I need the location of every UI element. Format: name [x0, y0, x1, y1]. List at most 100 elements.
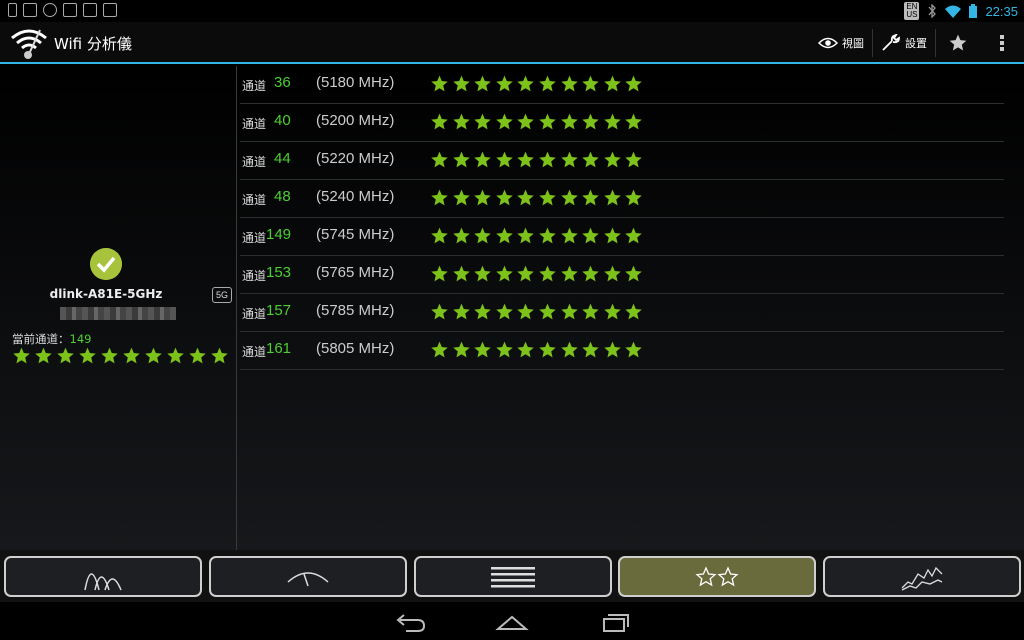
rating-star-icon	[431, 151, 448, 168]
channel-frequency: (5180 MHz)	[316, 74, 395, 91]
tab-channel-graph[interactable]	[4, 556, 202, 597]
star-icon	[949, 34, 967, 51]
rating-star-icon	[431, 341, 448, 358]
status-bar: EN US 22:35	[0, 0, 1024, 22]
rating-star-icon	[431, 113, 448, 130]
channel-row: 通道 161 (5805 MHz)	[240, 332, 1004, 370]
channel-number: 44	[274, 150, 291, 167]
rating-star-icon	[560, 341, 578, 358]
panel-divider	[236, 66, 237, 550]
rating-star-icon	[431, 265, 448, 282]
rating-star-icon	[560, 189, 578, 206]
bag-icon	[83, 3, 97, 17]
eye-icon	[818, 37, 838, 49]
rating-star-icon	[79, 347, 96, 364]
channel-row: 通道 153 (5765 MHz)	[240, 256, 1004, 294]
rating-star-icon	[517, 265, 535, 282]
rating-star-icon	[452, 189, 470, 206]
rating-star-icon	[582, 151, 599, 168]
channel-rating-stars	[430, 188, 643, 207]
rating-star-icon	[13, 347, 30, 364]
channel-row: 通道 157 (5785 MHz)	[240, 294, 1004, 332]
current-rating-stars	[12, 346, 229, 365]
channel-row: 通道 48 (5240 MHz)	[240, 180, 1004, 218]
tab-time-graph[interactable]	[823, 556, 1021, 597]
rating-star-icon	[582, 75, 599, 92]
rating-star-icon	[517, 189, 535, 206]
rating-star-icon	[625, 151, 643, 168]
rating-star-icon	[625, 75, 643, 92]
channel-list: 通道 36 (5180 MHz) 通道 40 (5200 MHz) 通道 44 (5220 MH…	[240, 66, 1004, 370]
rating-star-icon	[474, 75, 491, 92]
rating-star-icon	[582, 341, 599, 358]
rating-star-icon	[517, 227, 535, 244]
rating-star-icon	[452, 303, 470, 320]
rating-star-icon	[625, 189, 643, 206]
rating-star-icon	[474, 303, 491, 320]
rating-star-icon	[539, 227, 556, 244]
rating-star-icon	[625, 303, 643, 320]
rating-star-icon	[582, 265, 599, 282]
current-channel-number: 149	[69, 332, 92, 346]
rating-star-icon	[539, 151, 556, 168]
channel-label: 通道	[242, 79, 267, 93]
channel-number: 40	[274, 112, 291, 129]
rating-star-icon	[123, 347, 140, 364]
rating-star-icon	[35, 347, 52, 364]
channel-rating-stars	[430, 226, 643, 245]
tab-channel-rating[interactable]	[618, 556, 816, 597]
back-icon[interactable]	[392, 611, 428, 633]
rating-star-icon	[604, 75, 621, 92]
channel-number: 153	[266, 264, 292, 281]
rating-star-icon	[560, 113, 578, 130]
channel-frequency: (5240 MHz)	[316, 188, 395, 205]
connected-check-icon	[90, 248, 122, 280]
rating-star-icon	[560, 75, 578, 92]
rating-star-icon	[625, 265, 643, 282]
rating-star-icon	[431, 303, 448, 320]
channel-rating-stars	[430, 74, 643, 93]
rating-star-icon	[604, 151, 621, 168]
view-button[interactable]: 視圖	[810, 22, 872, 64]
rating-star-icon	[496, 151, 513, 168]
rating-star-icon	[604, 265, 621, 282]
phone-notify-icon	[8, 3, 17, 17]
rating-star-icon	[582, 227, 599, 244]
rating-star-icon	[101, 347, 118, 364]
settings-button[interactable]: 設置	[873, 22, 935, 64]
rating-star-icon	[474, 151, 491, 168]
app-wifi-icon	[11, 29, 47, 59]
rating-star-icon	[517, 341, 535, 358]
recents-icon[interactable]	[598, 611, 634, 633]
channel-number: 157	[266, 302, 292, 319]
home-icon[interactable]	[494, 611, 530, 633]
rating-star-icon	[539, 265, 556, 282]
channel-label: 通道	[242, 193, 267, 207]
rating-star-icon	[496, 75, 513, 92]
channel-frequency: (5765 MHz)	[316, 264, 395, 281]
channel-number: 36	[274, 74, 291, 91]
rating-star-icon	[539, 189, 556, 206]
rating-star-icon	[211, 347, 228, 364]
rating-star-icon	[496, 113, 513, 130]
clock: 22:35	[985, 3, 1018, 19]
rating-star-icon	[474, 341, 491, 358]
rating-star-icon	[452, 341, 470, 358]
rating-star-icon	[604, 189, 621, 206]
channel-frequency: (5745 MHz)	[316, 226, 395, 243]
rating-star-icon	[517, 75, 535, 92]
current-network-panel: dlink-A81E-5GHz 5G 當前通道：149	[0, 66, 236, 550]
tab-signal-meter[interactable]	[209, 556, 407, 597]
channel-row: 通道 44 (5220 MHz)	[240, 142, 1004, 180]
rating-star-icon	[145, 347, 162, 364]
channel-rating-stars	[430, 340, 643, 359]
tab-ap-list[interactable]	[414, 556, 612, 597]
favorite-button[interactable]	[936, 22, 980, 64]
channel-label: 通道	[242, 231, 267, 245]
rating-star-icon	[604, 303, 621, 320]
channel-row: 通道 36 (5180 MHz)	[240, 66, 1004, 104]
rating-star-icon	[604, 227, 621, 244]
channel-frequency: (5805 MHz)	[316, 340, 395, 357]
rating-star-icon	[431, 227, 448, 244]
overflow-menu-button[interactable]	[980, 22, 1024, 64]
